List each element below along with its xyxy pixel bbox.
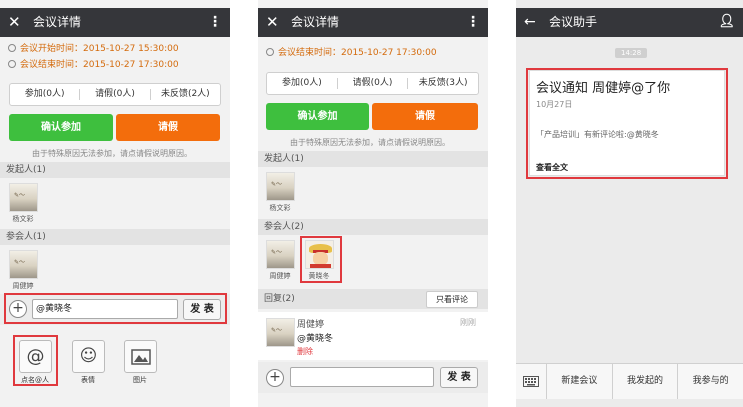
highlight-box bbox=[13, 335, 58, 386]
title-bar: ✕ 会议详情 ⋮ bbox=[0, 8, 230, 37]
only-comments-button[interactable]: 只看评论 bbox=[426, 291, 478, 308]
keyboard-icon[interactable] bbox=[516, 364, 547, 399]
person-icon[interactable]: 👤︎ bbox=[718, 13, 735, 31]
delete-link[interactable]: 删除 bbox=[297, 346, 313, 357]
avatar[interactable]: ✎〜 bbox=[9, 183, 38, 212]
message-timestamp: 14:28 bbox=[615, 48, 648, 58]
send-button[interactable]: 发 表 bbox=[440, 367, 478, 388]
tab-leave[interactable]: 请假(0人) bbox=[80, 84, 149, 105]
highlight-box bbox=[4, 293, 227, 324]
plus-icon[interactable]: + bbox=[266, 369, 284, 387]
request-leave-button[interactable]: 请假 bbox=[372, 103, 478, 130]
request-leave-button[interactable]: 请假 bbox=[116, 114, 220, 141]
title-bar: ✕ 会议详情 ⋮ bbox=[258, 8, 488, 37]
tool-label: 图片 bbox=[133, 376, 147, 384]
avatar-image: ✎〜 bbox=[271, 249, 283, 256]
comment-text: @黄晓冬 bbox=[297, 334, 334, 344]
participants-header: 参会人(1) bbox=[0, 229, 230, 245]
back-arrow-icon[interactable]: ← bbox=[524, 12, 536, 32]
avatar[interactable]: ✎〜 bbox=[266, 318, 295, 347]
confirm-attend-button[interactable]: 确认参加 bbox=[266, 103, 369, 130]
meeting-end-time: 会议结束时间：2015-10-27 17:30:00 bbox=[266, 45, 437, 58]
page-title: 会议详情 bbox=[33, 15, 82, 29]
avatar-image: ✎〜 bbox=[14, 192, 26, 199]
tab-no-feedback[interactable]: 未反馈(3人) bbox=[408, 73, 478, 94]
tab-attend[interactable]: 参加(0人) bbox=[10, 84, 79, 105]
end-time-text: 会议结束时间：2015-10-27 17:30:00 bbox=[278, 48, 437, 58]
highlight-box bbox=[526, 68, 728, 179]
close-icon[interactable]: ✕ bbox=[8, 12, 21, 32]
emoji-tool[interactable]: ☺ bbox=[72, 340, 105, 373]
nav-initiated[interactable]: 我发起的 bbox=[613, 364, 679, 399]
initiator-header: 发起人(1) bbox=[258, 151, 488, 167]
avatar[interactable]: ✎〜 bbox=[9, 250, 38, 279]
tab-leave[interactable]: 请假(0人) bbox=[338, 73, 408, 94]
tool-label: 表情 bbox=[81, 376, 95, 384]
tab-attend[interactable]: 参加(0人) bbox=[267, 73, 337, 94]
nav-new-meeting[interactable]: 新建会议 bbox=[547, 364, 613, 399]
nav-participated[interactable]: 我参与的 bbox=[678, 364, 743, 399]
confirm-attend-button[interactable]: 确认参加 bbox=[9, 114, 113, 141]
start-time-text: 会议开始时间：2015-10-27 15:30:00 bbox=[20, 44, 179, 54]
clock-icon bbox=[8, 60, 16, 68]
attendance-tabs: 参加(0人) 请假(0人) 未反馈(2人) bbox=[9, 83, 221, 106]
page-title: 会议助手 bbox=[549, 15, 598, 29]
title-bar: ← 会议助手 👤︎ bbox=[516, 8, 743, 37]
avatar[interactable]: ✎〜 bbox=[266, 172, 295, 201]
meeting-end-time: 会议结束时间：2015-10-27 17:30:00 bbox=[8, 57, 179, 70]
bottom-nav: 新建会议 我发起的 我参与的 bbox=[516, 363, 743, 399]
participant-name: 周健婷 bbox=[12, 282, 34, 290]
avatar[interactable]: ✎〜 bbox=[266, 240, 295, 269]
comment-input-bar: + 发 表 bbox=[258, 362, 488, 393]
meeting-detail-screen: ✕ 会议详情 ⋮ 会议开始时间：2015-10-27 15:30:00 会议结束… bbox=[0, 0, 230, 407]
clock-icon bbox=[266, 48, 274, 56]
initiator-name: 杨文彩 bbox=[269, 204, 291, 212]
image-tool[interactable] bbox=[124, 340, 157, 373]
attendance-tabs: 参加(0人) 请假(0人) 未反馈(3人) bbox=[266, 72, 479, 95]
comment-author: 周健婷 bbox=[297, 320, 325, 330]
leave-note: 由于特殊原因无法参加，请点请假说明原因。 bbox=[290, 138, 450, 147]
highlight-box bbox=[300, 236, 342, 283]
tab-no-feedback[interactable]: 未反馈(2人) bbox=[151, 84, 220, 105]
leave-note: 由于特殊原因无法参加，请点请假说明原因。 bbox=[32, 149, 192, 158]
initiator-name: 杨文彩 bbox=[12, 215, 34, 223]
participant-name: 周健婷 bbox=[269, 272, 291, 280]
end-time-text: 会议结束时间：2015-10-27 17:30:00 bbox=[20, 60, 179, 70]
avatar-image: ✎〜 bbox=[271, 181, 283, 188]
page-title: 会议详情 bbox=[291, 15, 340, 29]
avatar-image: ✎〜 bbox=[14, 259, 26, 266]
emoji-icon: ☺ bbox=[79, 346, 98, 366]
meeting-detail-screen-replied: ✕ 会议详情 ⋮ 会议结束时间：2015-10-27 17:30:00 参加(0… bbox=[258, 0, 488, 407]
avatar-image: ✎〜 bbox=[271, 327, 283, 334]
initiator-header: 发起人(1) bbox=[0, 162, 230, 178]
keyboard-icon-glyph bbox=[523, 376, 539, 387]
meeting-assistant-screen: ← 会议助手 👤︎ 14:28 会议通知 周健婷@了你 10月27日 「产品培训… bbox=[516, 0, 743, 407]
clock-icon bbox=[8, 44, 16, 52]
comment-item: ✎〜 周健婷 刚刚 @黄晓冬 删除 bbox=[258, 312, 488, 360]
close-icon[interactable]: ✕ bbox=[266, 12, 279, 32]
participants-header: 参会人(2) bbox=[258, 219, 488, 235]
comment-time: 刚刚 bbox=[460, 318, 476, 327]
meeting-start-time: 会议开始时间：2015-10-27 15:30:00 bbox=[8, 41, 179, 54]
image-icon bbox=[130, 349, 151, 365]
comment-input[interactable] bbox=[290, 367, 434, 387]
more-options-icon[interactable]: ⋮ bbox=[208, 13, 222, 31]
more-options-icon[interactable]: ⋮ bbox=[466, 13, 480, 31]
